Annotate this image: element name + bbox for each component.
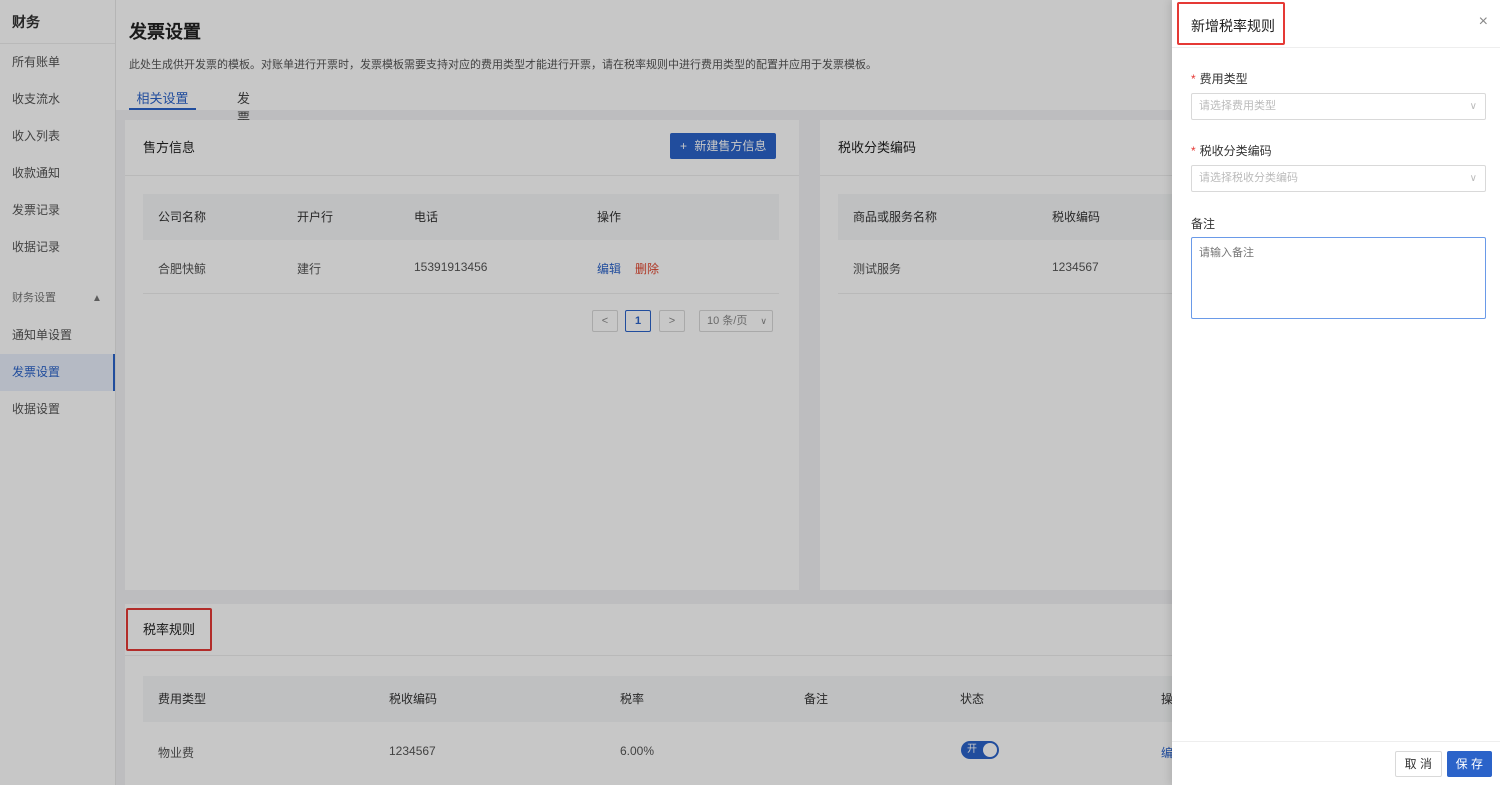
- fee-type-select[interactable]: 请选择费用类型 ∨: [1191, 93, 1486, 120]
- tax-code-placeholder: 请选择税收分类编码: [1199, 172, 1298, 184]
- drawer-footer: 取 消 保 存: [1172, 741, 1500, 785]
- required-icon: *: [1191, 144, 1196, 158]
- fee-type-label: * 费用类型: [1191, 70, 1248, 87]
- chevron-down-icon: ∨: [1469, 173, 1477, 184]
- modal-overlay[interactable]: [0, 0, 1172, 785]
- close-icon[interactable]: ×: [1479, 13, 1488, 31]
- highlight-box: [1177, 2, 1285, 45]
- add-tax-rule-drawer: 新增税率规则 × * 费用类型 请选择费用类型 ∨ * 税收分类编码 请选择税收分类…: [1172, 0, 1500, 785]
- chevron-down-icon: ∨: [1469, 101, 1477, 112]
- tax-code-label: * 税收分类编码: [1191, 142, 1272, 159]
- tax-code-label-text: 税收分类编码: [1199, 144, 1272, 158]
- cancel-button[interactable]: 取 消: [1394, 751, 1442, 777]
- tax-code-select[interactable]: 请选择税收分类编码 ∨: [1191, 165, 1486, 192]
- required-icon: *: [1191, 72, 1196, 86]
- note-textarea[interactable]: [1191, 237, 1486, 319]
- fee-type-placeholder: 请选择费用类型: [1199, 100, 1276, 112]
- save-button[interactable]: 保 存: [1446, 751, 1492, 777]
- note-label: 备注: [1191, 217, 1216, 231]
- fee-type-label-text: 费用类型: [1199, 72, 1248, 86]
